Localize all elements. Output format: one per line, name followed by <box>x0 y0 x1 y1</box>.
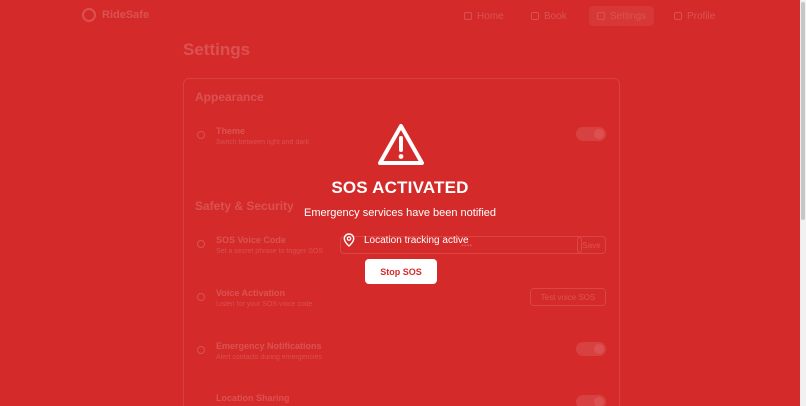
location-tracking-status: Location tracking active <box>343 233 469 247</box>
map-pin-icon <box>343 233 355 247</box>
scrollbar-thumb[interactable] <box>801 2 805 220</box>
sos-subtitle: Emergency services have been notified <box>304 207 496 219</box>
sos-overlay: SOS ACTIVATED Emergency services have be… <box>0 0 800 406</box>
vertical-scrollbar[interactable] <box>800 0 806 406</box>
stop-sos-button[interactable]: Stop SOS <box>365 259 437 284</box>
warning-triangle-icon <box>378 124 424 165</box>
location-tracking-label: Location tracking active <box>364 234 469 246</box>
sos-title: SOS ACTIVATED <box>331 178 469 197</box>
